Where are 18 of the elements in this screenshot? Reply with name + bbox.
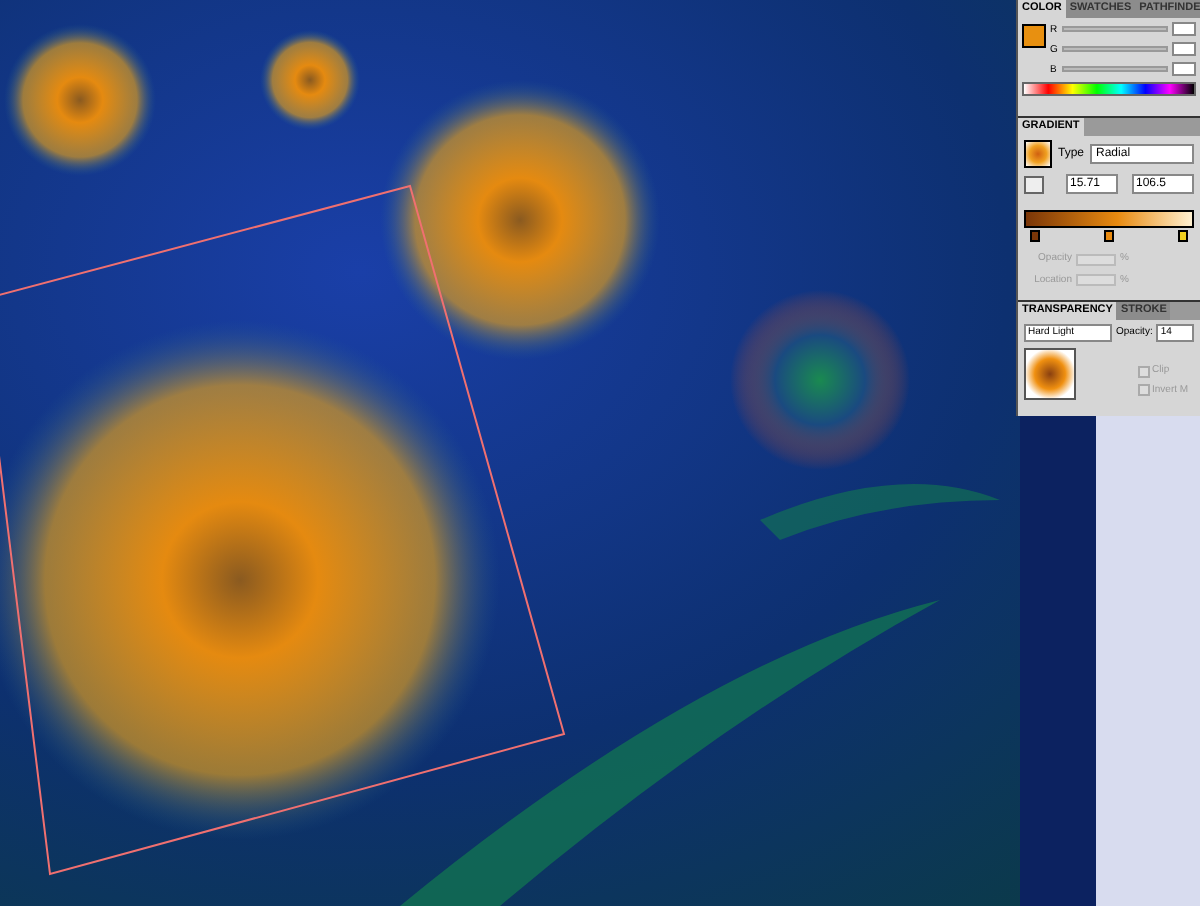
checkbox[interactable] [1138,384,1150,397]
checkbox[interactable] [1138,365,1150,378]
gradient-ramp[interactable] [1024,210,1194,228]
channel-groove [1062,66,1168,72]
color-stop[interactable] [1030,230,1040,242]
fill-stroke-icon[interactable] [1022,24,1046,48]
channel-field[interactable] [1172,62,1196,76]
object-thumbnail [1024,348,1076,400]
channel-groove [1062,46,1168,52]
opacity-field[interactable] [1076,253,1116,266]
channel-field[interactable] [1172,42,1196,56]
color-stop[interactable] [1178,230,1188,242]
gradient-preview [1024,140,1052,168]
channel-field[interactable] [1172,22,1196,36]
color-stop[interactable] [1104,230,1114,242]
channel-groove [1062,26,1168,32]
location-field[interactable] [1076,274,1116,287]
spectrum-bar[interactable] [1022,82,1196,96]
